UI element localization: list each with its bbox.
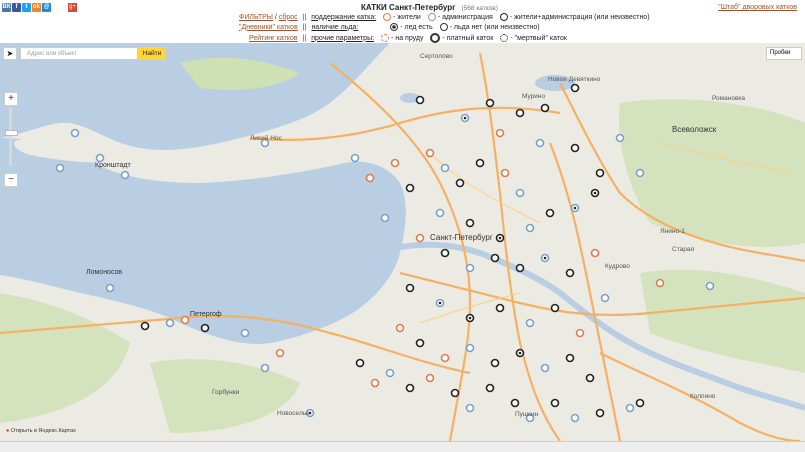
dead-icon: [500, 34, 509, 42]
other-label: прочие параметры:: [311, 34, 375, 42]
admin-icon: [427, 13, 436, 21]
facebook-icon[interactable]: f: [12, 3, 21, 12]
residents-icon: [383, 13, 392, 21]
twitter-icon[interactable]: t: [22, 3, 31, 12]
diaries-link[interactable]: "Дневники" катков: [239, 24, 298, 31]
divider: ||: [302, 34, 307, 42]
label-romanovka: Романовка: [712, 95, 746, 102]
traffic-button[interactable]: Пробки: [766, 47, 802, 60]
label-vsevolozhsk: Всеволожск: [672, 125, 717, 134]
label-sertolovo: Сертолово: [420, 53, 453, 60]
vk-icon[interactable]: ВК: [2, 3, 11, 12]
label-pushkin: Пушкин: [515, 411, 539, 418]
shtab-link[interactable]: "Штаб" дворовых катков: [718, 4, 797, 11]
divider: ||: [302, 23, 307, 31]
label-novoe-devyatkino: Новое Девяткино: [548, 76, 601, 83]
title-text: КАТКИ Санкт-Петербург: [361, 3, 456, 12]
reset-link[interactable]: сброс: [279, 14, 298, 21]
header-bar: ВК f t ok @ g+ КАТКИ Санкт-Петербург (568…: [0, 0, 805, 43]
legend-paid: - платный каток: [442, 34, 494, 42]
rink-count: (568 катков): [461, 5, 498, 12]
label-kronstadt: Кронштадт: [95, 162, 131, 169]
page-title: КАТКИ Санкт-Петербург (568 катков): [361, 3, 498, 12]
legend-ice-no: - льда нет (или неизвестно): [449, 23, 540, 31]
rating-link[interactable]: Рейтинг катков: [249, 35, 298, 42]
legend-ice-yes: - лед есть: [400, 23, 433, 31]
zoom-out-button[interactable]: −: [4, 173, 18, 187]
legend-admin: - администрация: [437, 13, 493, 21]
legend-dead: - "мертвый" каток: [510, 34, 567, 42]
zoom-in-button[interactable]: +: [4, 92, 18, 106]
label-murino: Мурино: [522, 93, 546, 100]
map-area[interactable]: Санкт-Петербург Всеволожск Ломоносов Пет…: [0, 43, 805, 441]
label-lisiy-nos: Лисий Нос: [250, 135, 282, 142]
open-in-yandex-link[interactable]: ● Открыть в Яндекс.Картах: [6, 428, 76, 434]
label-petergof: Петергоф: [190, 311, 222, 318]
open-in-yandex-text: Открыть в Яндекс.Картах: [10, 428, 76, 434]
legend-both: - жители+администрация (или неизвестно): [509, 13, 650, 21]
label-gorbunki: Горбунки: [212, 389, 240, 396]
legend-residents: - жители: [393, 13, 421, 21]
filters-link[interactable]: ФИЛЬТРЫ: [239, 14, 273, 21]
label-novoselye: Новоселье: [277, 410, 310, 417]
search-input[interactable]: Адрес или объект: [20, 47, 138, 60]
label-spb: Санкт-Петербург: [430, 233, 493, 242]
label-kudrovo: Кудрово: [605, 263, 630, 270]
social-icons: ВК f t ok @: [2, 3, 51, 12]
ice-label: наличие льда:: [311, 23, 359, 31]
ice-yes-icon: [390, 23, 399, 31]
both-icon: [499, 13, 508, 21]
bottom-scrollbar[interactable]: [0, 441, 805, 452]
zoom-slider-handle[interactable]: [5, 130, 18, 136]
rink-markers: [55, 83, 715, 423]
label-staraya: Старая: [672, 246, 694, 253]
pin-icon: ●: [6, 428, 10, 434]
label-kolpino: Колпино: [690, 393, 716, 400]
mail-icon[interactable]: @: [42, 3, 51, 12]
pond-icon: [381, 34, 390, 42]
paid-icon: [430, 33, 441, 43]
support-label: поддержание катка:: [311, 13, 377, 21]
legend-pond: - на пруду: [391, 34, 424, 42]
locate-icon[interactable]: ➤: [3, 47, 17, 60]
ice-no-icon: [439, 23, 448, 31]
find-button[interactable]: Найти: [138, 47, 166, 60]
label-lomonosov: Ломоносов: [86, 269, 123, 276]
divider: ||: [302, 13, 307, 21]
label-yanino: Янино-1: [660, 228, 685, 235]
odnoklassniki-icon[interactable]: ok: [32, 3, 41, 12]
zoom-slider[interactable]: [9, 108, 12, 166]
gplus-icon[interactable]: g+: [68, 3, 77, 12]
